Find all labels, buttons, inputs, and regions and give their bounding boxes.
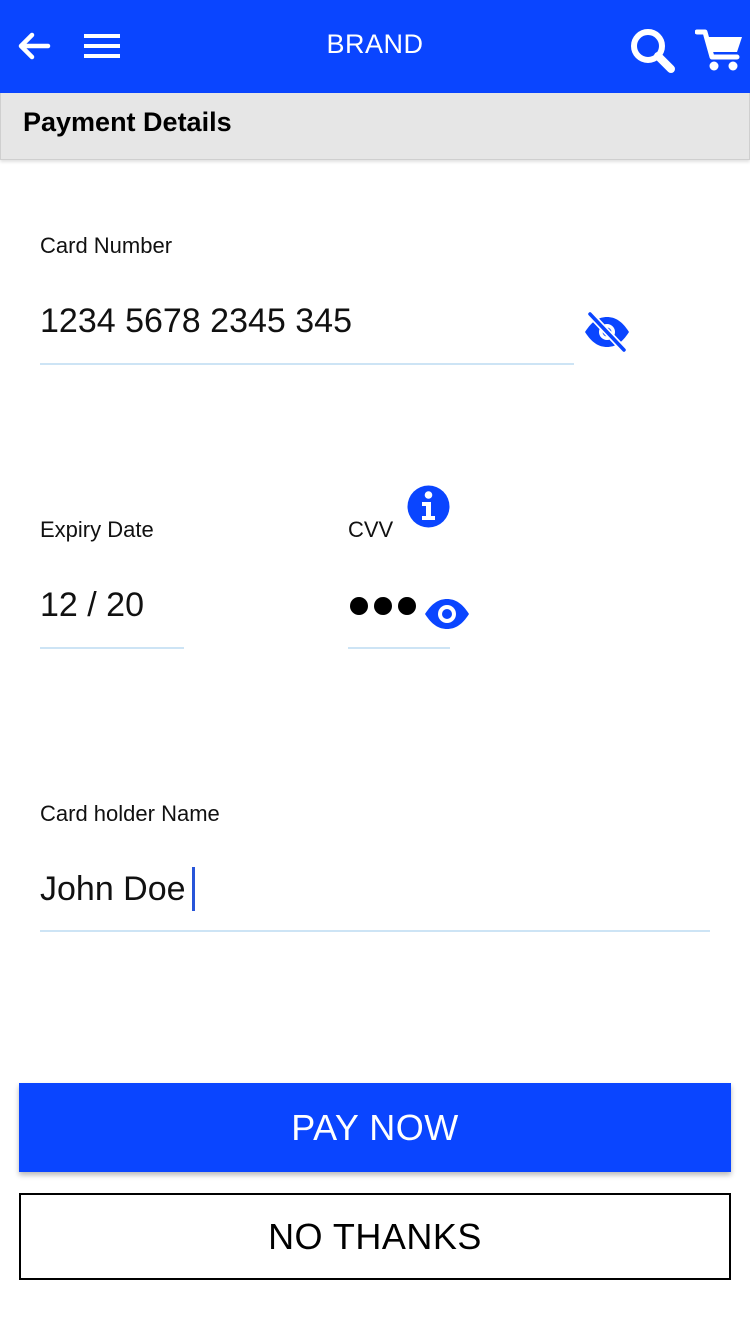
search-icon[interactable] [624,22,680,78]
card-number-input[interactable]: 1234 5678 2345 345 [40,302,352,341]
info-icon[interactable] [407,485,450,528]
card-holder-underline [40,930,710,932]
expiry-date-label: Expiry Date [40,517,154,542]
eye-slash-icon[interactable] [583,310,631,354]
payment-screen: BRAND Payment Details Card Number 1234 5… [0,0,750,1334]
cvv-label: CVV [348,517,394,542]
top-app-bar: BRAND [0,0,750,93]
no-thanks-button[interactable]: NO THANKS [19,1193,731,1280]
cvv-dot [398,597,416,615]
section-header: Payment Details [0,93,750,160]
cvv-dot [350,597,368,615]
eye-icon[interactable] [423,596,471,632]
card-holder-label: Card holder Name [40,801,220,826]
cvv-input[interactable] [350,597,416,615]
expiry-date-input[interactable]: 12 / 20 [40,586,144,625]
section-title: Payment Details [23,107,232,137]
card-holder-input[interactable]: John Doe [40,870,186,909]
text-caret [192,867,195,911]
cvv-underline [348,647,450,649]
cart-icon[interactable] [692,22,748,78]
cvv-dot [374,597,392,615]
card-number-underline [40,363,574,365]
card-number-label: Card Number [40,233,173,258]
pay-now-button[interactable]: PAY NOW [19,1083,731,1172]
expiry-date-underline [40,647,184,649]
